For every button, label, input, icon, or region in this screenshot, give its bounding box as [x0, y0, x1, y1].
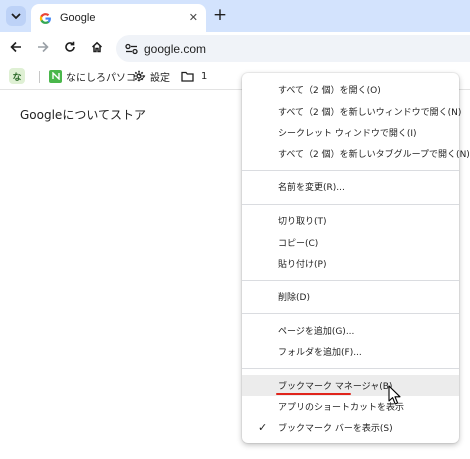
bookmarks-separator [39, 71, 40, 83]
menu-item-paste[interactable]: 貼り付け(P) [242, 253, 459, 274]
reload-icon[interactable] [61, 38, 79, 56]
bookmark-label: 1 [201, 70, 208, 82]
menu-item-add-folder[interactable]: フォルダを追加(F)... [242, 341, 459, 362]
bookmark-folder-1[interactable]: 1 [181, 67, 207, 85]
chevron-down-icon [11, 12, 21, 19]
menu-separator [242, 313, 459, 314]
menu-item-open-incognito[interactable]: シークレット ウィンドウで開く(I) [242, 122, 459, 143]
menu-item-open-all[interactable]: すべて（2 個）を開く(O) [242, 79, 459, 100]
bookmark-context-menu: すべて（2 個）を開く(O) すべて（2 個）を新しいウィンドウで開く(N) シ… [242, 73, 470, 443]
bookmark-nanishiro-pasokon[interactable]: なにしろパソコン [49, 67, 146, 85]
menu-item-rename[interactable]: 名前を変更(R)... [242, 176, 459, 197]
store-link[interactable]: ストア [110, 106, 146, 123]
menu-item-show-app-shortcuts[interactable]: アプリのショートカットを表示 [242, 396, 459, 417]
gear-icon [133, 70, 145, 82]
menu-separator [242, 170, 459, 171]
tab-strip: Google ✕ + [0, 0, 470, 32]
forward-arrow-icon[interactable] [34, 38, 52, 56]
folder-icon [181, 71, 194, 82]
google-favicon-icon [38, 11, 52, 25]
menu-item-open-all-new-window[interactable]: すべて（2 個）を新しいウィンドウで開く(N) [242, 101, 461, 122]
address-bar[interactable]: google.com [116, 35, 470, 62]
home-icon[interactable] [88, 38, 106, 56]
about-google-link[interactable]: Googleについて [20, 106, 110, 123]
menu-separator [242, 280, 459, 281]
bookmark-na[interactable]: な [9, 68, 25, 84]
menu-item-show-bookmarks-bar[interactable]: ✓ ブックマーク バーを表示(S) [242, 417, 459, 438]
menu-item-delete[interactable]: 削除(D) [242, 286, 459, 307]
annotation-underline [276, 393, 351, 395]
back-arrow-icon[interactable] [7, 38, 25, 56]
menu-separator [242, 204, 459, 205]
nanishiro-favicon-icon [49, 69, 62, 83]
bookmark-settings[interactable]: 設定 [133, 67, 170, 85]
site-settings-icon[interactable] [124, 42, 138, 56]
toolbar: google.com [0, 32, 470, 62]
menu-item-open-all-tab-group[interactable]: すべて（2 個）を新しいタブグループで開く(N) [242, 143, 470, 164]
menu-item-label: ブックマーク バーを表示(S) [278, 424, 393, 434]
url-text[interactable]: google.com [144, 42, 206, 56]
menu-item-copy[interactable]: コピー(C) [242, 232, 459, 253]
close-icon[interactable]: ✕ [189, 11, 198, 24]
menu-item-cut[interactable]: 切り取り(T) [242, 210, 459, 231]
new-tab-plus-icon[interactable]: + [211, 6, 229, 24]
menu-separator [242, 368, 459, 369]
menu-item-add-page[interactable]: ページを追加(G)... [242, 320, 459, 341]
active-tab[interactable]: Google ✕ [31, 4, 206, 32]
mouse-cursor-icon [388, 385, 401, 405]
tab-search-button[interactable] [6, 6, 26, 26]
tab-title: Google [60, 12, 96, 24]
checkmark-icon: ✓ [258, 421, 268, 434]
bookmark-label: 設定 [150, 72, 170, 84]
